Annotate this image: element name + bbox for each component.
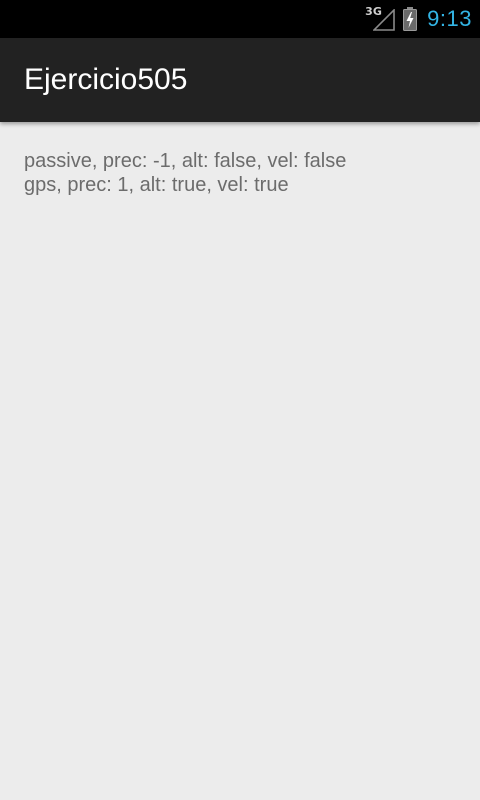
content-area: passive, prec: -1, alt: false, vel: fals… [24,149,456,197]
mobile-signal-icon: 3G [365,5,395,33]
status-bar: 3G 9:13 [0,0,480,38]
action-bar: Ejercicio505 [0,38,480,122]
status-icons: 3G 9:13 [365,0,472,38]
signal-strength-icon [373,9,395,31]
provider-line-gps: gps, prec: 1, alt: true, vel: true [24,174,289,196]
provider-line-passive: passive, prec: -1, alt: false, vel: fals… [24,150,347,172]
app-title: Ejercicio505 [24,63,188,96]
status-clock: 9:13 [427,6,472,31]
battery-charging-icon [403,7,418,31]
